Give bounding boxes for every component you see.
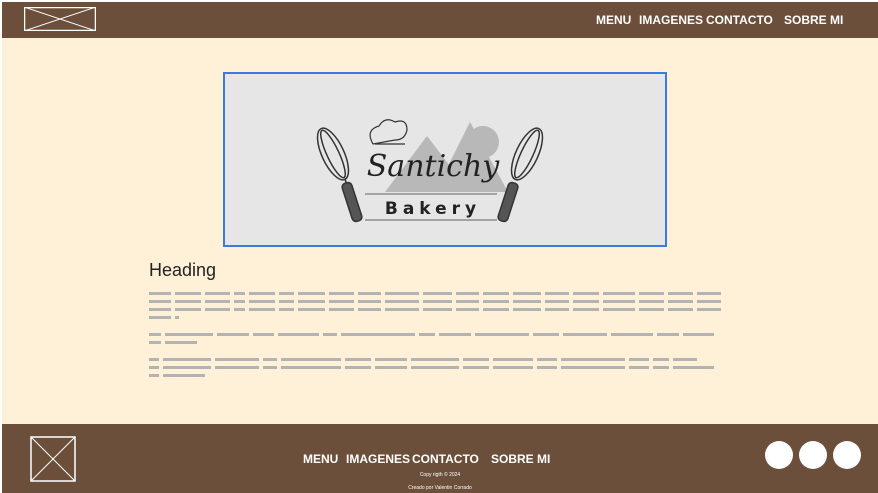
footer-nav-contacto[interactable]: CONTACTO	[412, 452, 479, 466]
hero-image[interactable]: Santichy Bakery	[223, 72, 667, 247]
nav-menu[interactable]: MENU	[596, 13, 631, 27]
brand-sub: Bakery	[385, 199, 481, 219]
credit-text: Creado por Valentin Corrado	[408, 485, 472, 491]
logo-placeholder-icon[interactable]	[24, 7, 96, 31]
social-icon-1[interactable]	[765, 441, 793, 469]
brand-name: Santichy	[367, 149, 501, 184]
footer-logo-placeholder-icon[interactable]	[30, 436, 76, 482]
footer-nav-imagenes[interactable]: IMAGENES	[346, 452, 410, 466]
social-icon-2[interactable]	[799, 441, 827, 469]
nav-sobre-mi[interactable]: SOBRE MI	[784, 13, 843, 27]
social-icon-3[interactable]	[833, 441, 861, 469]
page-heading: Heading	[149, 260, 217, 280]
footer-nav-sobre-mi[interactable]: SOBRE MI	[491, 452, 550, 466]
placeholder-text-lines	[149, 292, 721, 379]
footer-nav-menu[interactable]: MENU	[303, 452, 338, 466]
nav-imagenes[interactable]: IMAGENES	[639, 13, 703, 27]
copyright-text: Copy rigth © 2024	[419, 472, 461, 478]
nav-contacto[interactable]: CONTACTO	[706, 13, 773, 27]
bakery-logo-image: Santichy Bakery	[316, 119, 544, 223]
